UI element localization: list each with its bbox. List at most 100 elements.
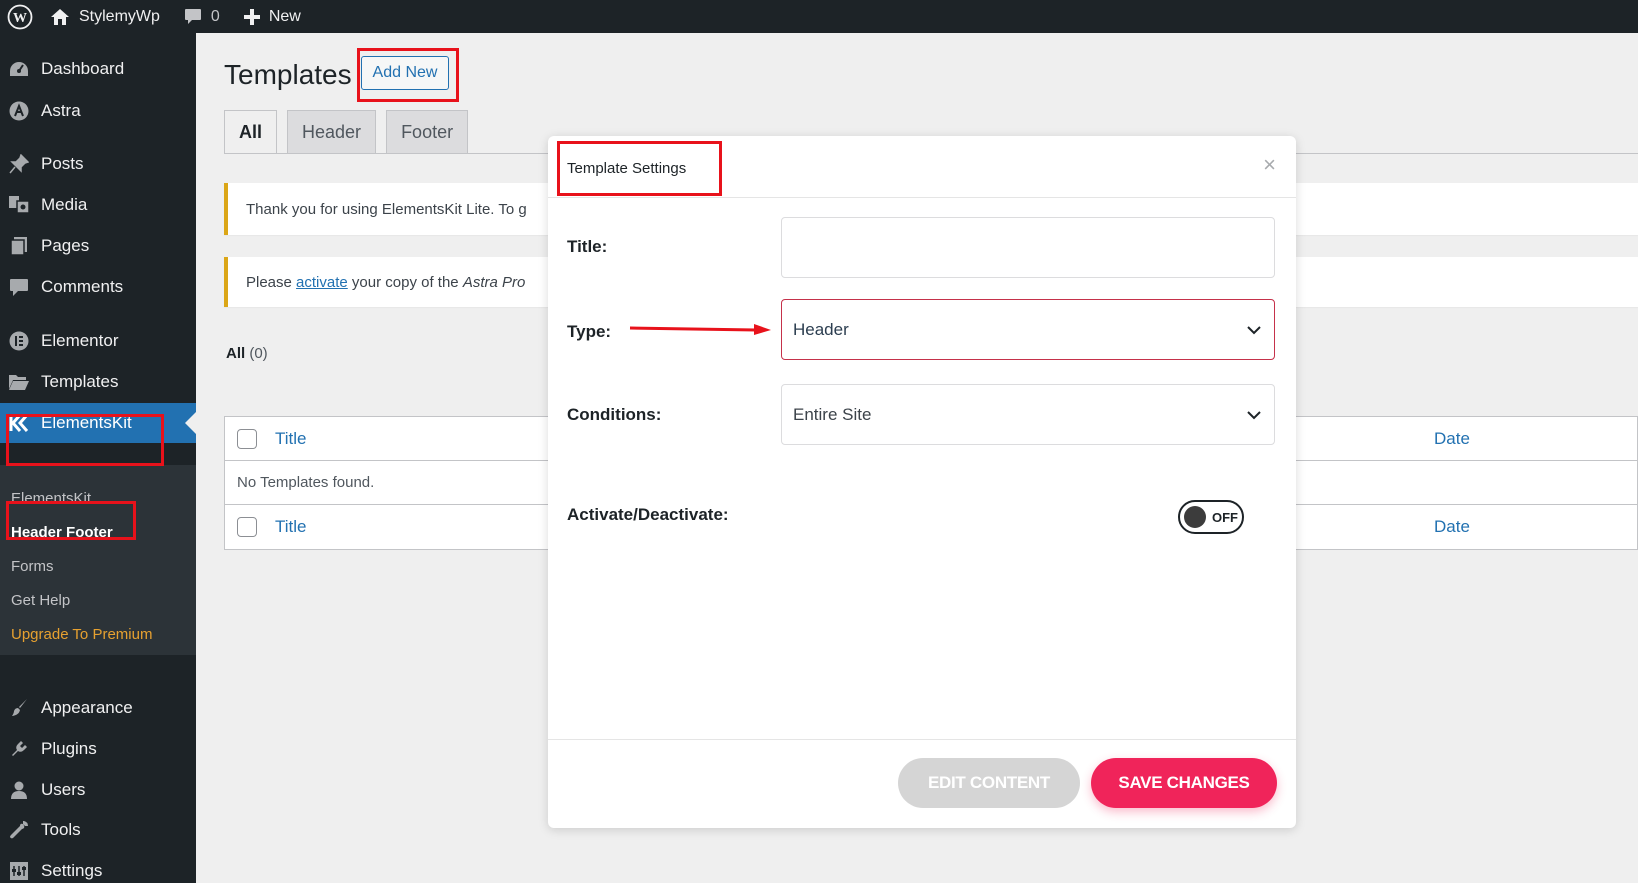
user-icon (6, 779, 32, 801)
home-icon (50, 8, 70, 26)
toggle-knob (1184, 506, 1206, 528)
menu-item-users[interactable]: Users (0, 770, 196, 810)
submenu-elementskit[interactable]: ElementsKit (11, 490, 91, 507)
folder-icon (6, 371, 32, 393)
notice-middle: your copy of the (347, 273, 463, 291)
site-name: StylemyWp (79, 7, 160, 25)
menu-item-elementor[interactable]: Elementor (0, 321, 196, 361)
astra-icon (6, 100, 32, 122)
menu-label: Appearance (41, 698, 133, 717)
filter-count[interactable]: All (0) (226, 345, 268, 362)
column-title[interactable]: Title (275, 429, 307, 449)
select-all-checkbox[interactable] (237, 517, 257, 537)
settings-icon (6, 860, 32, 882)
new-label: New (268, 7, 301, 25)
menu-label: ElementsKit (41, 413, 132, 432)
menu-label: Media (41, 195, 88, 214)
site-name-link[interactable]: StylemyWp (38, 0, 172, 33)
tab-all[interactable]: All (224, 110, 278, 154)
menu-label: Plugins (41, 739, 97, 758)
svg-text:W: W (13, 11, 27, 26)
menu-label: Posts (41, 154, 84, 173)
menu-label: Pages (41, 236, 90, 255)
empty-message: No Templates found. (237, 474, 375, 491)
menu-item-dashboard[interactable]: Dashboard (0, 49, 196, 89)
admin-sidebar: Dashboard Astra Posts Media Pages Commen… (0, 33, 196, 883)
activate-label: Activate/Deactivate: (567, 505, 729, 524)
plug-icon (6, 738, 32, 760)
page-title: Templates (224, 59, 352, 90)
plus-icon (243, 8, 260, 25)
notice-prefix: Please (246, 273, 297, 291)
menu-item-templates[interactable]: Templates (0, 362, 196, 402)
modal-footer-divider (548, 739, 1296, 740)
tab-footer[interactable]: Footer (386, 110, 469, 154)
title-input[interactable] (781, 217, 1275, 278)
activate-toggle[interactable]: OFF (1178, 500, 1244, 534)
template-settings-modal: Template Settings × Title: Type: Header … (548, 136, 1296, 828)
tab-header[interactable]: Header (287, 110, 377, 154)
menu-label: Templates (41, 372, 119, 391)
edit-content-button[interactable]: EDIT CONTENT (898, 758, 1080, 808)
annotation-arrow-icon (629, 324, 771, 335)
comments-count: 0 (210, 7, 220, 25)
type-select[interactable]: Header (781, 299, 1275, 360)
menu-item-settings[interactable]: Settings (0, 851, 196, 883)
count-label: All (226, 345, 246, 362)
menu-label: Settings (41, 861, 103, 880)
menu-label: Tools (41, 820, 81, 839)
chevron-down-icon (1247, 325, 1261, 334)
submenu-header-footer[interactable]: Header Footer (11, 524, 113, 541)
chevron-down-icon (1247, 410, 1261, 419)
submenu-get-help[interactable]: Get Help (11, 592, 70, 609)
column-title[interactable]: Title (275, 517, 307, 537)
dashboard-icon (6, 58, 32, 80)
comment-icon (6, 276, 32, 298)
column-date[interactable]: Date (1434, 517, 1470, 537)
elementskit-submenu: ElementsKit Header Footer Forms Get Help… (0, 465, 196, 655)
elementskit-icon (6, 412, 32, 434)
type-label: Type: (567, 322, 612, 341)
column-date[interactable]: Date (1434, 429, 1470, 449)
comment-icon (184, 8, 202, 25)
menu-item-posts[interactable]: Posts (0, 144, 196, 184)
close-icon[interactable]: × (1263, 154, 1276, 176)
menu-label: Elementor (41, 331, 119, 350)
wordpress-logo-icon[interactable]: W (2, 0, 38, 33)
media-icon (6, 194, 32, 216)
menu-label: Astra (41, 101, 81, 120)
elementor-icon (6, 330, 32, 352)
count-value: (0) (249, 345, 268, 362)
new-content-link[interactable]: New (232, 0, 313, 33)
activate-link[interactable]: activate (296, 274, 348, 291)
comments-link[interactable]: 0 (172, 0, 232, 33)
submenu-upgrade-premium[interactable]: Upgrade To Premium (11, 626, 152, 643)
save-changes-button[interactable]: SAVE CHANGES (1091, 758, 1277, 808)
menu-item-elementskit[interactable]: ElementsKit (0, 403, 196, 443)
toggle-state: OFF (1212, 509, 1238, 525)
select-all-checkbox[interactable] (237, 428, 257, 449)
menu-item-astra[interactable]: Astra (0, 91, 196, 131)
menu-item-pages[interactable]: Pages (0, 226, 196, 266)
submenu-forms[interactable]: Forms (11, 558, 54, 575)
notice-product: Astra Pro (462, 273, 526, 291)
add-new-button[interactable]: Add New (361, 56, 449, 90)
menu-item-plugins[interactable]: Plugins (0, 729, 196, 769)
menu-item-appearance[interactable]: Appearance (0, 688, 196, 728)
notice-text: Thank you for using ElementsKit Lite. To… (246, 200, 527, 218)
conditions-value: Entire Site (793, 404, 872, 424)
modal-title: Template Settings (567, 160, 687, 177)
conditions-label: Conditions: (567, 405, 662, 424)
type-value: Header (793, 319, 849, 339)
menu-item-comments[interactable]: Comments (0, 267, 196, 307)
conditions-select[interactable]: Entire Site (781, 384, 1275, 445)
menu-label: Users (41, 780, 86, 799)
menu-label: Comments (41, 277, 124, 296)
menu-item-tools[interactable]: Tools (0, 810, 196, 850)
modal-header: Template Settings × (548, 136, 1296, 198)
menu-label: Dashboard (41, 59, 125, 78)
wrench-icon (6, 819, 32, 841)
title-label: Title: (567, 237, 608, 256)
current-indicator (185, 412, 196, 434)
menu-item-media[interactable]: Media (0, 185, 196, 225)
